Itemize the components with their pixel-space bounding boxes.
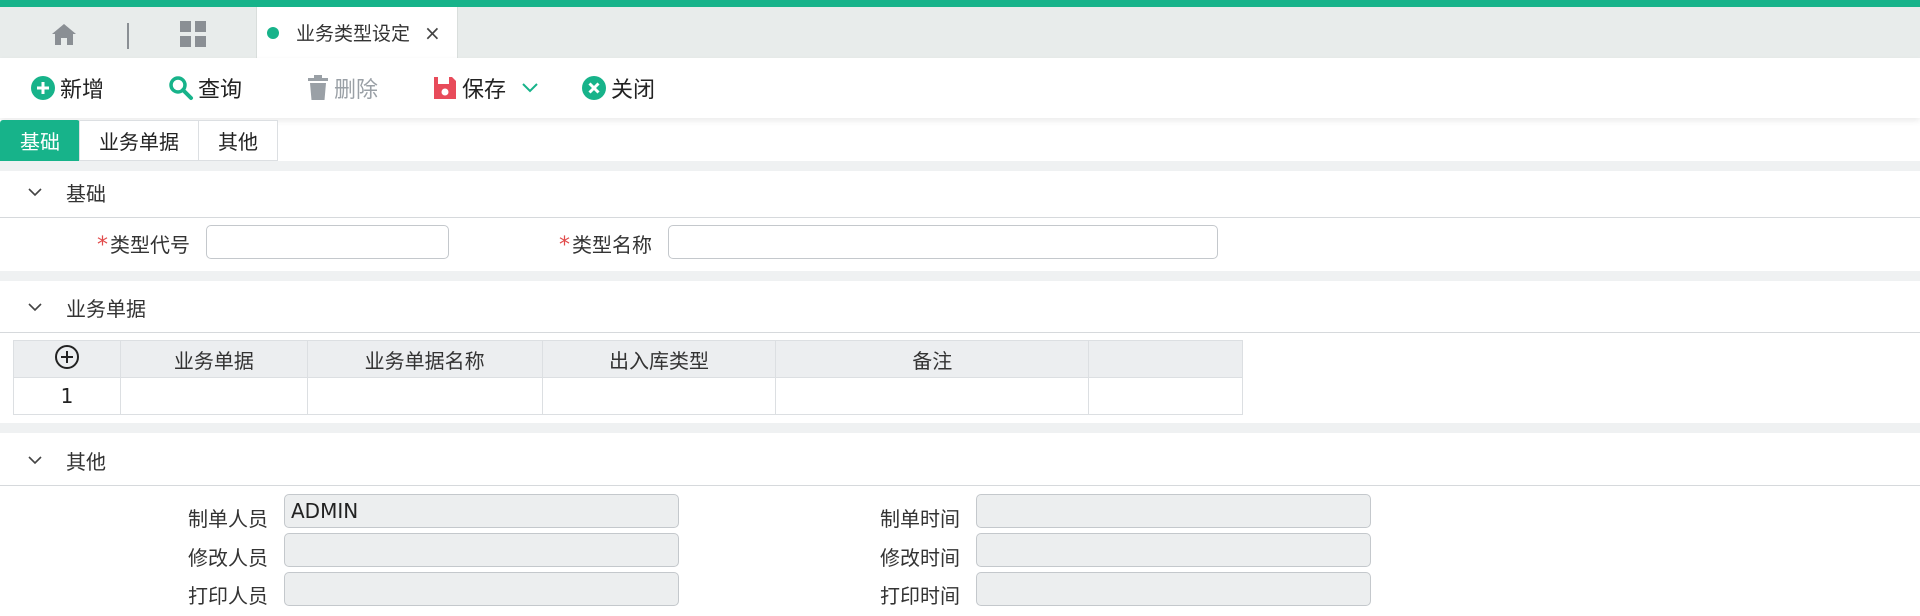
save-floppy-icon bbox=[434, 77, 456, 99]
chevron-down-icon[interactable] bbox=[28, 300, 42, 314]
chevron-down-icon[interactable] bbox=[28, 185, 42, 199]
tab-other[interactable]: 其他 bbox=[198, 120, 278, 161]
tab-basic[interactable]: 基础 bbox=[0, 120, 80, 161]
query-button[interactable]: 查询 bbox=[168, 71, 242, 105]
section-header-documents[interactable]: 业务单据 bbox=[0, 282, 1920, 333]
top-accent-bar bbox=[0, 0, 1920, 7]
printer-field[interactable] bbox=[284, 572, 679, 606]
documents-table: 业务单据 业务单据名称 出入库类型 备注 1 bbox=[13, 340, 1243, 415]
add-label: 新增 bbox=[60, 78, 105, 103]
row-index: 1 bbox=[13, 377, 121, 415]
save-button[interactable]: 保存 bbox=[432, 71, 538, 105]
printer-label: 打印人员 bbox=[188, 584, 268, 608]
section-header-other[interactable]: 其他 bbox=[0, 435, 1920, 486]
close-button[interactable]: 关闭 bbox=[581, 71, 655, 105]
type-code-label: * 类型代号 bbox=[97, 233, 190, 258]
active-dot-icon bbox=[267, 26, 279, 39]
add-row-cell bbox=[13, 340, 121, 378]
add-row-icon[interactable] bbox=[54, 344, 80, 370]
section-header-basic[interactable]: 基础 bbox=[0, 167, 1920, 218]
table-cell[interactable] bbox=[119, 377, 308, 415]
toolbar: 新增 查询 删除 保存 关闭 bbox=[0, 58, 1920, 118]
chevron-down-icon[interactable] bbox=[28, 453, 42, 467]
add-button[interactable]: 新增 bbox=[30, 71, 104, 105]
type-name-input[interactable] bbox=[668, 225, 1218, 259]
close-circle-icon bbox=[582, 76, 606, 100]
table-row[interactable]: 1 bbox=[13, 377, 1243, 415]
column-header[interactable]: 业务单据 bbox=[119, 340, 308, 378]
type-code-input[interactable] bbox=[206, 225, 449, 259]
create-time-field[interactable] bbox=[976, 494, 1371, 528]
section-divider bbox=[0, 423, 1920, 433]
plus-circle-icon bbox=[31, 76, 55, 100]
save-label: 保存 bbox=[462, 78, 507, 103]
column-header[interactable]: 业务单据名称 bbox=[306, 340, 543, 378]
section-title: 业务单据 bbox=[66, 296, 146, 321]
table-cell[interactable] bbox=[1088, 377, 1243, 415]
chevron-down-icon[interactable] bbox=[522, 83, 538, 93]
table-cell[interactable] bbox=[775, 377, 1090, 415]
required-asterisk: * bbox=[559, 233, 570, 258]
query-label: 查询 bbox=[198, 78, 243, 103]
search-icon bbox=[169, 76, 193, 100]
section-divider bbox=[0, 271, 1920, 281]
modifier-field[interactable] bbox=[284, 533, 679, 567]
table-cell[interactable] bbox=[306, 377, 543, 415]
tab-separator bbox=[127, 23, 129, 49]
grid-apps-icon[interactable] bbox=[176, 17, 210, 51]
tab-business-documents[interactable]: 业务单据 bbox=[79, 120, 199, 161]
tab-bar: 业务类型设定 × bbox=[0, 7, 1920, 59]
tab-title: 业务类型设定 bbox=[296, 23, 411, 45]
print-time-label: 打印时间 bbox=[880, 584, 960, 608]
section-title: 其他 bbox=[66, 449, 106, 474]
column-header-empty bbox=[1088, 340, 1243, 378]
section-tabs: 基础 业务单据 其他 bbox=[0, 120, 278, 161]
column-header[interactable]: 备注 bbox=[775, 340, 1090, 378]
create-time-label: 制单时间 bbox=[880, 507, 960, 531]
close-tab-icon[interactable]: × bbox=[424, 21, 441, 45]
column-header[interactable]: 出入库类型 bbox=[541, 340, 777, 378]
table-cell[interactable] bbox=[541, 377, 777, 415]
creator-label: 制单人员 bbox=[188, 507, 268, 531]
modifier-label: 修改人员 bbox=[188, 546, 268, 570]
delete-button[interactable]: 删除 bbox=[306, 71, 378, 105]
type-name-label: * 类型名称 bbox=[559, 233, 652, 258]
home-icon[interactable] bbox=[47, 17, 81, 51]
close-label: 关闭 bbox=[611, 78, 656, 103]
table-header-row: 业务单据 业务单据名称 出入库类型 备注 bbox=[13, 340, 1243, 378]
delete-label: 删除 bbox=[334, 78, 379, 103]
required-asterisk: * bbox=[97, 233, 108, 258]
modify-time-label: 修改时间 bbox=[880, 546, 960, 570]
print-time-field[interactable] bbox=[976, 572, 1371, 606]
creator-field[interactable] bbox=[284, 494, 679, 528]
tab-business-type-settings[interactable]: 业务类型设定 × bbox=[256, 7, 458, 58]
section-title: 基础 bbox=[66, 181, 106, 206]
modify-time-field[interactable] bbox=[976, 533, 1371, 567]
trash-icon bbox=[308, 75, 328, 100]
